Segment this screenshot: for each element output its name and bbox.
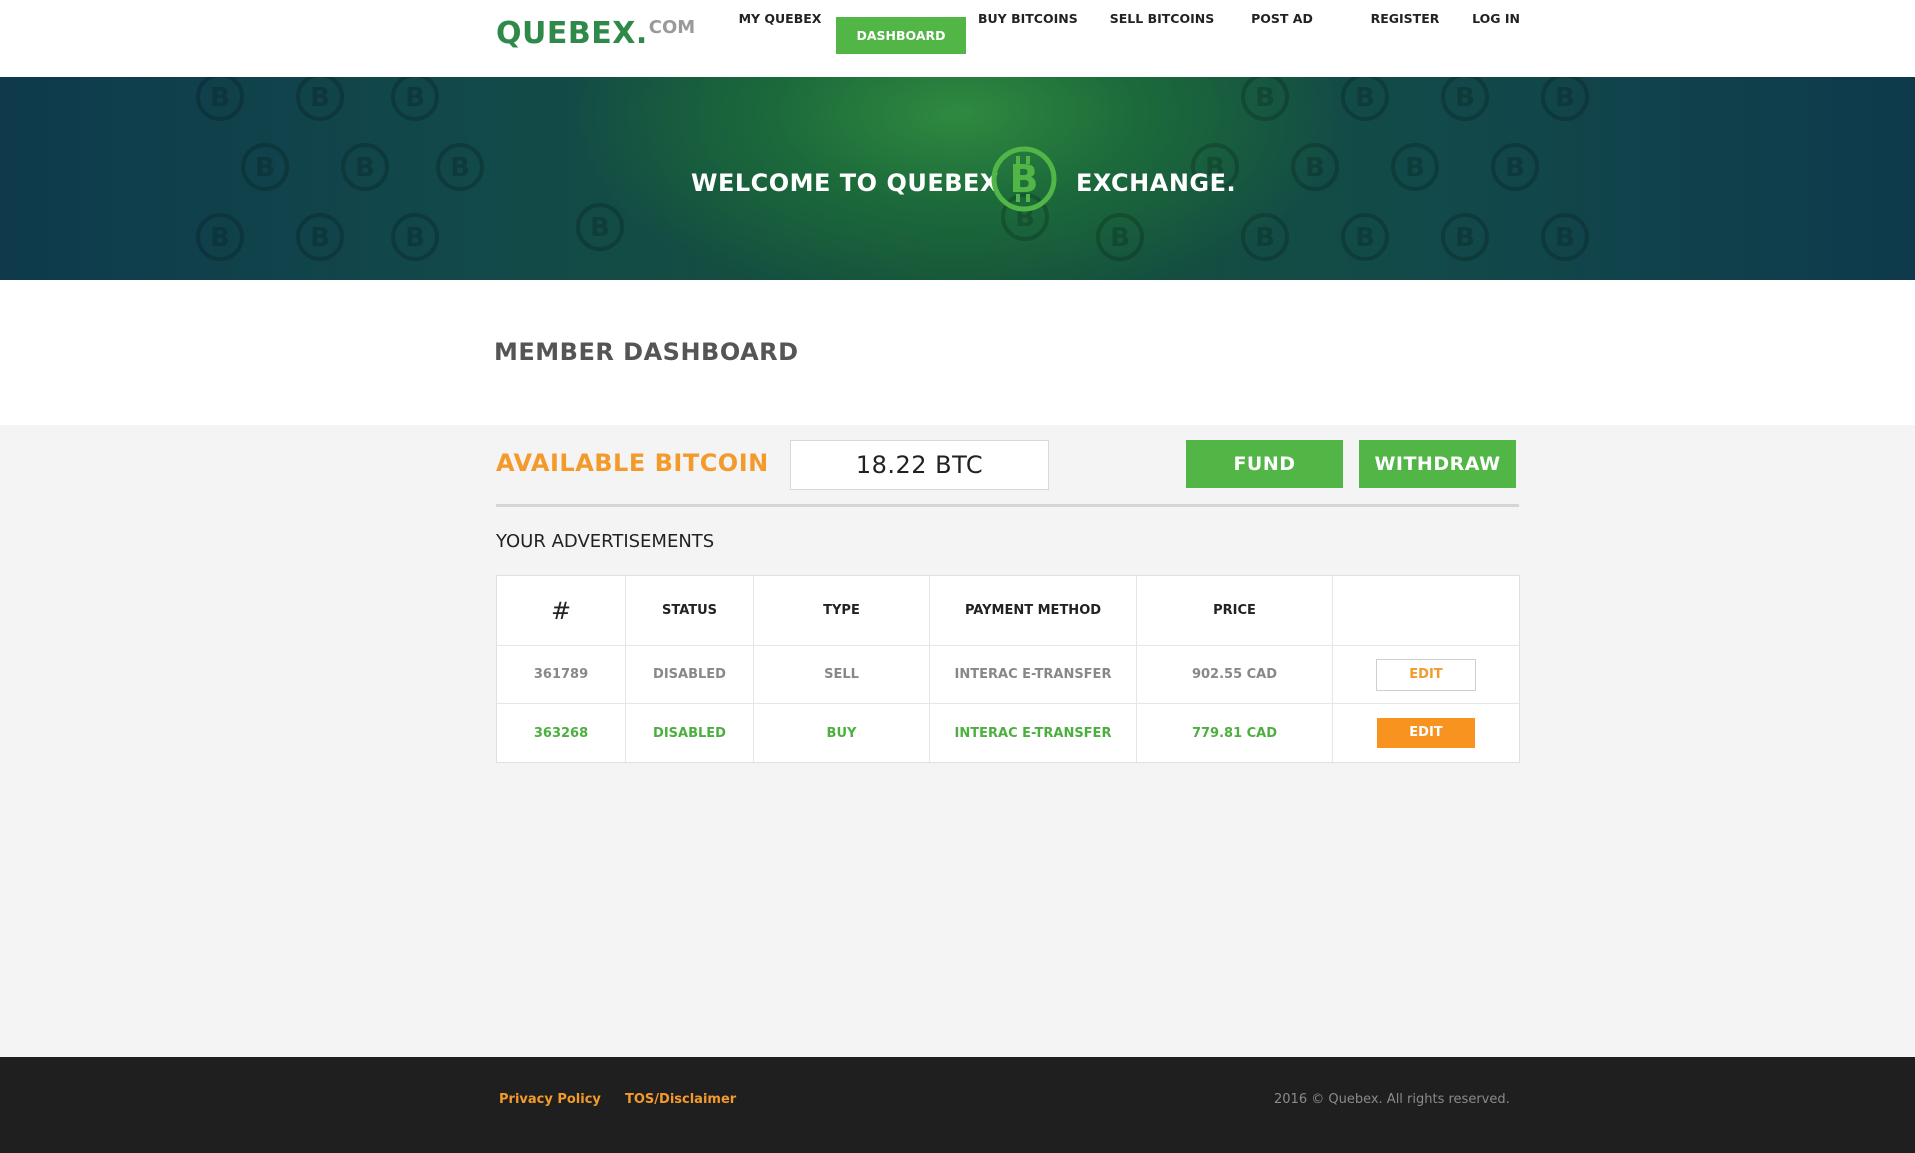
fund-button[interactable]: FUND [1186,440,1343,488]
logo-text: QUEBEX. [496,16,648,51]
title-section [0,280,1915,425]
top-header: QUEBEX. COM MY QUEBEX DASHBOARD BUY BITC… [0,0,1915,77]
ad-id: 363268 [497,704,626,762]
nav-post-ad[interactable]: POST AD [1246,0,1318,37]
ad-actions-cell: EDIT [1333,646,1519,703]
banner-welcome-text: WELCOME TO QUEBEX [691,169,999,197]
column-header-id: # [497,576,626,645]
edit-button[interactable]: EDIT [1377,718,1475,748]
table-header-row: # STATUS TYPE PAYMENT METHOD PRICE [497,576,1519,646]
ad-price: 902.55 CAD [1137,646,1333,703]
nav-register[interactable]: REGISTER [1365,0,1445,37]
edit-button[interactable]: EDIT [1376,658,1476,691]
bitcoin-icon: B [991,146,1057,212]
page-title: MEMBER DASHBOARD [494,338,799,366]
logo-suffix: COM [648,17,696,38]
nav-dashboard[interactable]: DASHBOARD [836,17,966,54]
advertisements-title: YOUR ADVERTISEMENTS [496,531,715,552]
column-header-type: TYPE [754,576,930,645]
ad-payment-method: INTERAC E-TRANSFER [930,704,1137,762]
column-header-price: PRICE [1137,576,1333,645]
withdraw-button[interactable]: WITHDRAW [1359,440,1516,488]
column-header-status: STATUS [626,576,754,645]
ad-payment-method: INTERAC E-TRANSFER [930,646,1137,703]
tos-disclaimer-link[interactable]: TOS/Disclaimer [625,1092,736,1107]
ad-status: DISABLED [626,704,754,762]
available-bitcoin-label: AVAILABLE BITCOIN [496,449,769,477]
ad-type: SELL [754,646,930,703]
ad-type: BUY [754,704,930,762]
nav-my-quebex[interactable]: MY QUEBEX [733,0,827,37]
ad-status: DISABLED [626,646,754,703]
advertisements-table: # STATUS TYPE PAYMENT METHOD PRICE 36178… [496,575,1520,763]
column-header-actions [1333,576,1519,645]
ad-price: 779.81 CAD [1137,704,1333,762]
ad-actions-cell: EDIT [1333,704,1519,762]
copyright-text: 2016 © Quebex. All rights reserved. [1274,1092,1510,1107]
nav-sell-bitcoins[interactable]: SELL BITCOINS [1108,0,1216,37]
column-header-payment-method: PAYMENT METHOD [930,576,1137,645]
banner-exchange-text: EXCHANGE. [1076,169,1237,197]
ad-id: 361789 [497,646,626,703]
table-row: 361789 DISABLED SELL INTERAC E-TRANSFER … [497,646,1519,704]
table-row: 363268 DISABLED BUY INTERAC E-TRANSFER 7… [497,704,1519,762]
site-logo[interactable]: QUEBEX. COM [496,14,695,54]
nav-buy-bitcoins[interactable]: BUY BITCOINS [978,0,1078,37]
welcome-banner: B WELCOME TO QUEBEX B EXCHANGE. [0,77,1915,280]
svg-text:B: B [1010,157,1039,201]
page-footer [0,1057,1915,1153]
nav-log-in[interactable]: LOG IN [1469,0,1523,37]
section-divider [496,504,1519,507]
btc-balance-value: 18.22 BTC [790,440,1049,490]
privacy-policy-link[interactable]: Privacy Policy [499,1092,601,1107]
